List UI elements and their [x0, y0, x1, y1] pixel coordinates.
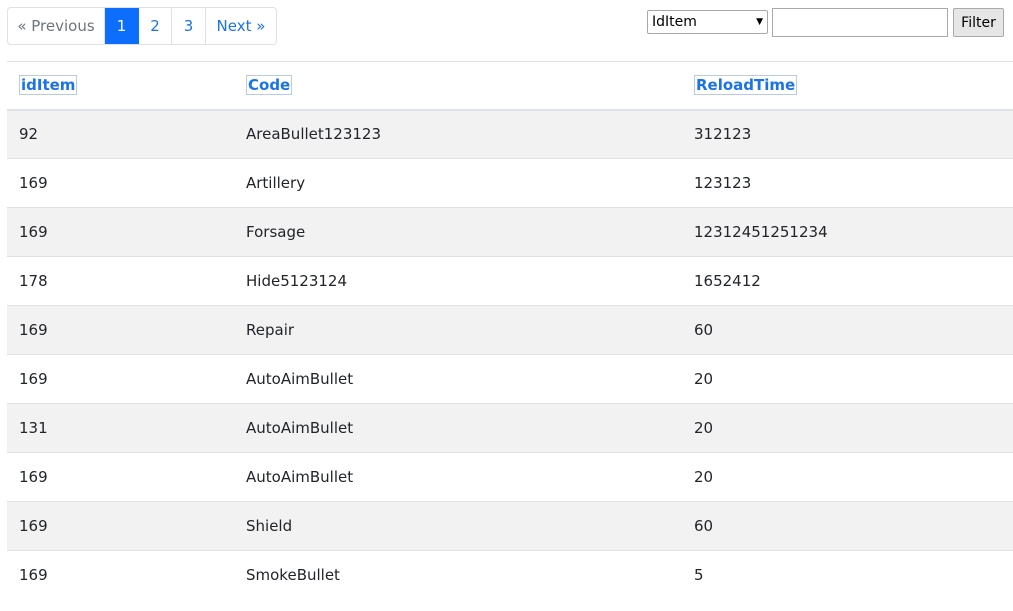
pagination: « Previous 1 2 3 Next » — [7, 7, 277, 45]
cell-iditem: 131 — [7, 403, 234, 453]
cell-code: Hide5123124 — [234, 256, 682, 306]
cell-reloadtime: 1652412 — [682, 256, 1013, 306]
page-link-1[interactable]: 1 — [105, 8, 139, 44]
filter-input[interactable] — [772, 8, 948, 37]
column-header-code: Code — [234, 61, 682, 111]
next-page-link[interactable]: Next » — [206, 8, 276, 44]
items-table: idItem Code ReloadTime 92 AreaBullet1231… — [7, 61, 1013, 600]
page-link-3[interactable]: 3 — [172, 8, 206, 44]
cell-reloadtime: 60 — [682, 501, 1013, 551]
table-row: 169 Shield 60 — [7, 501, 1013, 551]
cell-iditem: 178 — [7, 256, 234, 306]
cell-code: AreaBullet123123 — [234, 109, 682, 159]
table-row: 169 Forsage 12312451251234 — [7, 207, 1013, 257]
cell-code: AutoAimBullet — [234, 452, 682, 502]
cell-iditem: 169 — [7, 354, 234, 404]
cell-reloadtime: 20 — [682, 403, 1013, 453]
cell-iditem: 169 — [7, 550, 234, 600]
dropdown-arrow-icon: ▼ — [756, 17, 763, 27]
cell-iditem: 169 — [7, 305, 234, 355]
table-row: 131 AutoAimBullet 20 — [7, 403, 1013, 453]
cell-code: AutoAimBullet — [234, 354, 682, 404]
cell-reloadtime: 5 — [682, 550, 1013, 600]
cell-iditem: 92 — [7, 109, 234, 159]
cell-iditem: 169 — [7, 158, 234, 208]
table-row: 169 SmokeBullet 5 — [7, 550, 1013, 600]
sort-link-iditem[interactable]: idItem — [19, 75, 78, 96]
filter-field-value: IdItem — [652, 14, 697, 30]
table-row: 169 AutoAimBullet 20 — [7, 452, 1013, 502]
cell-reloadtime: 12312451251234 — [682, 207, 1013, 257]
cell-reloadtime: 60 — [682, 305, 1013, 355]
column-header-reloadtime: ReloadTime — [682, 61, 1013, 111]
table-row: 92 AreaBullet123123 312123 — [7, 109, 1013, 159]
cell-code: Repair — [234, 305, 682, 355]
table-row: 178 Hide5123124 1652412 — [7, 256, 1013, 306]
sort-link-code[interactable]: Code — [246, 75, 293, 96]
table-row: 169 Artillery 123123 — [7, 158, 1013, 208]
cell-iditem: 169 — [7, 501, 234, 551]
cell-iditem: 169 — [7, 452, 234, 502]
cell-reloadtime: 123123 — [682, 158, 1013, 208]
filter-button[interactable]: Filter — [953, 8, 1004, 37]
table-header-row: idItem Code ReloadTime — [7, 61, 1013, 111]
cell-reloadtime: 312123 — [682, 109, 1013, 159]
previous-page-link[interactable]: « Previous — [8, 8, 105, 44]
filter-field-select[interactable]: IdItem ▼ — [647, 10, 768, 34]
cell-code: Forsage — [234, 207, 682, 257]
table-row: 169 Repair 60 — [7, 305, 1013, 355]
cell-code: Artillery — [234, 158, 682, 208]
sort-link-reloadtime[interactable]: ReloadTime — [694, 75, 798, 96]
cell-iditem: 169 — [7, 207, 234, 257]
column-header-iditem: idItem — [7, 61, 234, 111]
page-link-2[interactable]: 2 — [139, 8, 172, 44]
cell-code: SmokeBullet — [234, 550, 682, 600]
cell-reloadtime: 20 — [682, 452, 1013, 502]
cell-code: Shield — [234, 501, 682, 551]
cell-code: AutoAimBullet — [234, 403, 682, 453]
cell-reloadtime: 20 — [682, 354, 1013, 404]
table-row: 169 AutoAimBullet 20 — [7, 354, 1013, 404]
